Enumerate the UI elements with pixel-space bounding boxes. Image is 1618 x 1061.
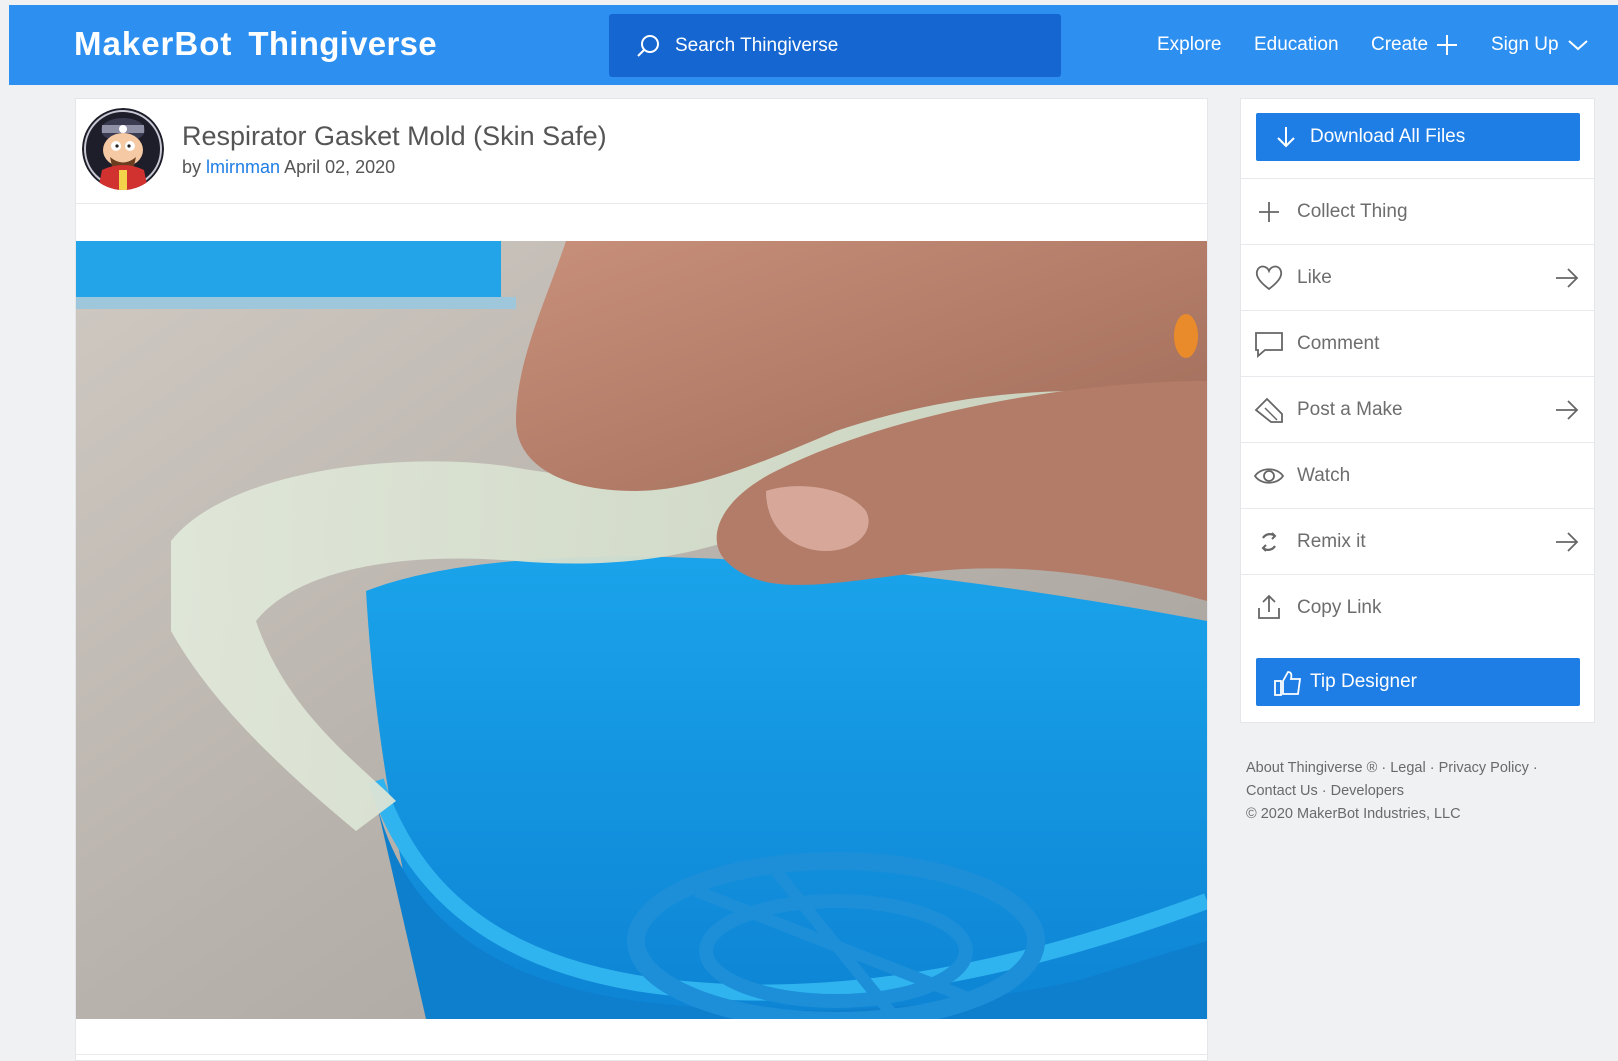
remix-icon	[1261, 532, 1277, 552]
arrow-right-icon	[1556, 532, 1579, 552]
footer-line-2: Contact Us · Developers	[1246, 780, 1538, 803]
search-icon	[637, 34, 659, 57]
site-footer: About Thingiverse ® · Legal · Privacy Po…	[1246, 757, 1538, 826]
footer-privacy-link[interactable]: Privacy Policy	[1439, 760, 1529, 776]
footer-developers-link[interactable]: Developers	[1331, 783, 1404, 799]
action-sidebar: Download All Files Collect Thing Like Co…	[1240, 98, 1595, 723]
avatar-image	[82, 108, 164, 190]
avatar[interactable]	[82, 108, 164, 190]
footer-contact-link[interactable]: Contact Us	[1246, 783, 1318, 799]
thumbs-up-icon	[1274, 671, 1302, 696]
thing-main-image[interactable]	[76, 241, 1207, 1019]
remix-label: Remix it	[1297, 530, 1366, 552]
plus-icon	[1259, 202, 1279, 222]
comment-button[interactable]: Comment	[1241, 310, 1594, 376]
watch-label: Watch	[1297, 464, 1351, 486]
nav-explore-label: Explore	[1157, 34, 1222, 55]
chevron-down-icon	[1567, 40, 1588, 51]
byline-prefix: by	[182, 157, 202, 177]
footer-sep: ·	[1425, 760, 1439, 776]
nav-create[interactable]: Create	[1371, 5, 1458, 85]
publish-date: April 02, 2020	[284, 157, 396, 177]
plus-icon	[1437, 35, 1458, 55]
download-label: Download All Files	[1310, 126, 1466, 147]
like-label: Like	[1297, 266, 1332, 288]
arrow-right-icon	[1556, 400, 1579, 420]
collect-thing-button[interactable]: Collect Thing	[1241, 178, 1594, 244]
comment-label: Comment	[1297, 332, 1380, 354]
copy-link-button[interactable]: Copy Link	[1241, 574, 1594, 640]
nav-explore[interactable]: Explore	[1157, 5, 1221, 85]
thing-card: Respirator Gasket Mold (Skin Safe) by lm…	[75, 98, 1208, 1061]
makerbot-thingiverse-logo[interactable]: MakerBot Thingiverse	[74, 25, 437, 63]
like-button[interactable]: Like	[1241, 244, 1594, 310]
remix-button[interactable]: Remix it	[1241, 508, 1594, 574]
heart-icon	[1255, 265, 1283, 291]
eye-icon	[1253, 468, 1285, 484]
nav-education[interactable]: Education	[1254, 5, 1339, 85]
thing-byline: by lmirnman April 02, 2020	[182, 157, 395, 178]
footer-copyright: © 2020 MakerBot Industries, LLC	[1246, 806, 1461, 822]
post-a-make-label: Post a Make	[1297, 398, 1403, 420]
footer-line-1: About Thingiverse ® · Legal · Privacy Po…	[1246, 757, 1538, 780]
arrow-right-icon	[1556, 268, 1579, 288]
footer-sep: ·	[1317, 783, 1331, 799]
nav-signup-label: Sign Up	[1491, 34, 1559, 55]
footer-sep: ·	[1528, 760, 1538, 776]
nav-create-label: Create	[1371, 34, 1429, 55]
logo-product: Thingiverse	[248, 25, 437, 62]
search-placeholder: Search Thingiverse	[675, 34, 839, 56]
tip-designer-label: Tip Designer	[1310, 671, 1418, 692]
nav-education-label: Education	[1254, 34, 1339, 55]
make-icon	[1254, 397, 1283, 423]
copy-link-label: Copy Link	[1297, 596, 1382, 618]
collect-thing-label: Collect Thing	[1297, 200, 1408, 222]
footer-divider	[76, 1054, 1207, 1055]
header-divider	[76, 203, 1207, 204]
footer-sep: ·	[1377, 760, 1391, 776]
author-link[interactable]: lmirnman	[206, 157, 280, 177]
download-all-files-button[interactable]: Download All Files	[1256, 113, 1580, 161]
thing-title: Respirator Gasket Mold (Skin Safe)	[182, 121, 607, 151]
search-input[interactable]: Search Thingiverse	[609, 14, 1061, 77]
download-icon	[1277, 127, 1295, 148]
watch-button[interactable]: Watch	[1241, 442, 1594, 508]
top-navbar: MakerBot Thingiverse Search Thingiverse E…	[9, 5, 1618, 85]
nav-signup[interactable]: Sign Up	[1491, 5, 1589, 85]
footer-about-link[interactable]: About Thingiverse ®	[1246, 760, 1377, 776]
post-a-make-button[interactable]: Post a Make	[1241, 376, 1594, 442]
logo-brand: MakerBot	[74, 25, 233, 62]
comment-icon	[1255, 332, 1283, 358]
tip-designer-button[interactable]: Tip Designer	[1256, 658, 1580, 706]
footer-legal-link[interactable]: Legal	[1390, 760, 1425, 776]
share-icon	[1258, 594, 1280, 619]
